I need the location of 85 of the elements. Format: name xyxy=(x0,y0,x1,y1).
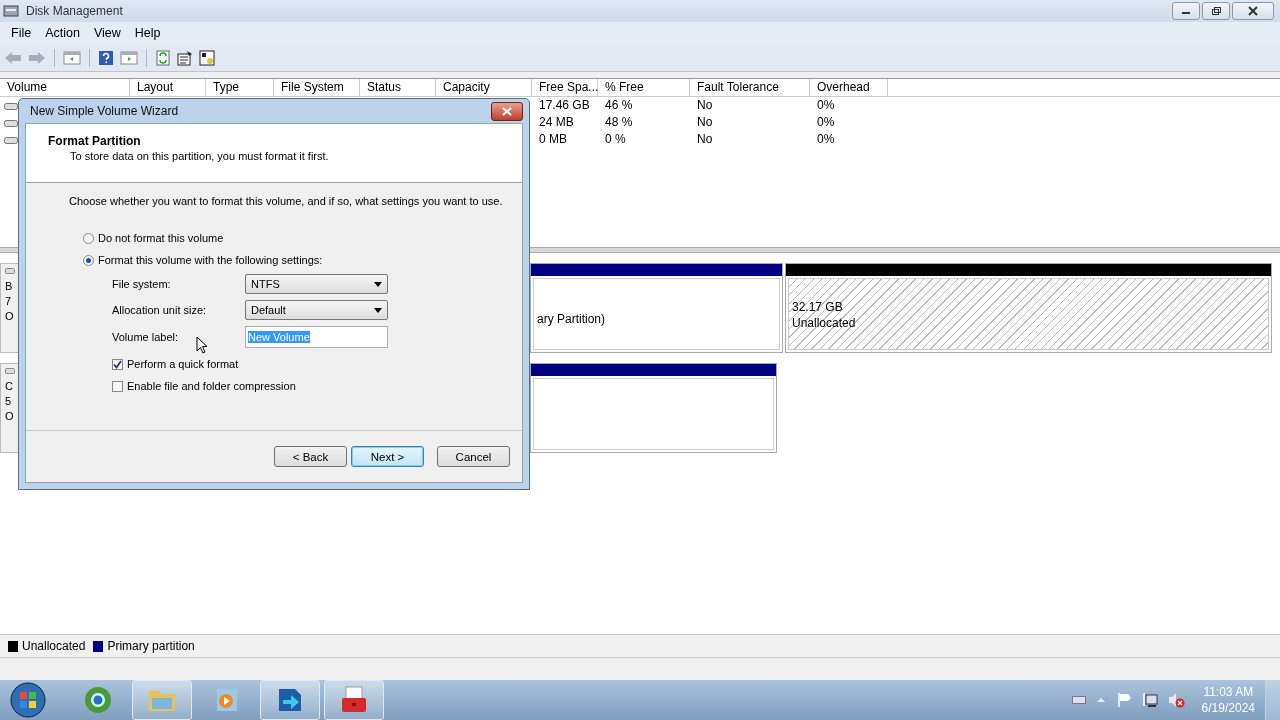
column-header[interactable]: Volume xyxy=(0,79,130,96)
setting-label: Allocation unit size: xyxy=(112,304,208,316)
disk-label: 7 xyxy=(5,294,12,309)
table-cell-text: 0 MB xyxy=(538,131,568,148)
table-cell-text: 48 % xyxy=(604,114,634,131)
column-header[interactable]: % Free xyxy=(598,79,690,96)
table-cell-text: 46 % xyxy=(604,97,634,114)
properties-icon[interactable] xyxy=(177,49,193,66)
dialog-button[interactable]: Cancel xyxy=(437,446,510,467)
table-cell-text: No xyxy=(696,97,714,114)
column-header[interactable]: Capacity xyxy=(436,79,532,96)
speaker-muted-icon[interactable] xyxy=(1167,692,1186,708)
restore-icon xyxy=(1211,6,1221,16)
disk-label: C xyxy=(5,379,13,394)
legend-label: Unallocated xyxy=(22,639,86,653)
dialog-title: New Simple Volume Wizard xyxy=(29,104,179,118)
volume-icon xyxy=(4,100,18,111)
table-cell-text: 24 MB xyxy=(538,114,575,131)
disk-label: O xyxy=(5,409,14,424)
window-title: Disk Management xyxy=(26,4,123,18)
table-cell-text: 0 % xyxy=(604,131,627,148)
menu-item[interactable]: File xyxy=(4,26,39,40)
column-header[interactable]: Type xyxy=(206,79,274,96)
caret-icon xyxy=(374,307,382,313)
table-cell-text: 0% xyxy=(816,131,836,148)
page-subtitle: To store data on this partition, you must format it first. xyxy=(69,150,330,162)
column-header[interactable]: Overhead xyxy=(810,79,888,96)
close-icon xyxy=(502,106,512,116)
instruction-text: Choose whether you want to format this volume, and if so, what settings you want to use. xyxy=(69,195,504,207)
globe-icon xyxy=(83,685,113,715)
column-header[interactable]: Fault Tolerance xyxy=(690,79,810,96)
partition-block[interactable]: 32.17 GB Unallocated xyxy=(785,263,1272,353)
close-button[interactable] xyxy=(1232,2,1274,20)
page-heading: Format Partition xyxy=(48,134,142,148)
checkbox-option[interactable]: Perform a quick format xyxy=(112,358,522,370)
radio-option[interactable]: Format this volume with the following settings: xyxy=(83,254,522,266)
flag-icon[interactable] xyxy=(1115,692,1132,708)
dialog-button[interactable]: Next > xyxy=(351,446,424,467)
refresh-icon[interactable] xyxy=(155,49,171,66)
partition-text: ary Partition) xyxy=(537,311,607,327)
restore-button[interactable] xyxy=(1202,2,1230,20)
minimize-button[interactable] xyxy=(1172,2,1200,20)
taskbar-app-button[interactable] xyxy=(324,680,384,720)
check-icon xyxy=(113,359,122,369)
partition-block[interactable]: ary Partition) xyxy=(530,263,783,353)
table-cell-text: 0% xyxy=(816,97,836,114)
setting-label: Volume label: xyxy=(112,331,180,343)
disk-label: B xyxy=(5,279,13,294)
disk-label: O xyxy=(5,309,14,324)
close-icon xyxy=(1248,6,1258,16)
table-cell-text: 17.46 GB xyxy=(538,97,591,114)
taskbar-app-button[interactable] xyxy=(260,680,320,720)
volume-icon xyxy=(4,117,18,128)
dropdown[interactable]: Default xyxy=(245,300,388,320)
legend-label: Primary partition xyxy=(107,639,195,653)
menu-item[interactable]: Help xyxy=(127,26,168,40)
table-cell-text: No xyxy=(696,114,714,131)
radio-option[interactable]: Do not format this volume xyxy=(83,232,522,244)
mouse-cursor-icon xyxy=(196,336,208,354)
table-cell-text: 0% xyxy=(816,114,836,131)
partition-text: Unallocated xyxy=(792,315,857,331)
column-header[interactable]: Status xyxy=(360,79,436,96)
column-header[interactable]: Layout xyxy=(130,79,206,96)
disk-label: 5 xyxy=(5,394,12,409)
partition-block[interactable] xyxy=(530,363,777,453)
column-header[interactable]: Free Spa... xyxy=(532,79,598,96)
setting-label: File system: xyxy=(112,278,172,290)
menu-item[interactable]: Action xyxy=(38,26,87,40)
column-header[interactable]: File System xyxy=(274,79,360,96)
disk-management-icon xyxy=(3,4,19,18)
settings-icon[interactable] xyxy=(199,49,215,66)
help-icon[interactable] xyxy=(98,49,114,66)
checkbox-option[interactable]: Enable file and folder compression xyxy=(112,380,522,392)
start-button[interactable] xyxy=(8,680,48,720)
dialog-button[interactable]: < Back xyxy=(274,446,347,467)
partition-text: 32.17 GB xyxy=(792,299,844,315)
caret-icon xyxy=(374,281,382,287)
menu-item[interactable]: View xyxy=(86,26,128,40)
network-icon[interactable] xyxy=(1141,692,1158,708)
volume-icon xyxy=(4,134,18,145)
toolbox-icon xyxy=(339,685,369,715)
table-cell-text: No xyxy=(696,131,714,148)
close-button[interactable] xyxy=(491,101,523,121)
dropdown[interactable]: NTFS xyxy=(245,274,388,294)
keyboard-icon[interactable] xyxy=(1071,695,1086,705)
